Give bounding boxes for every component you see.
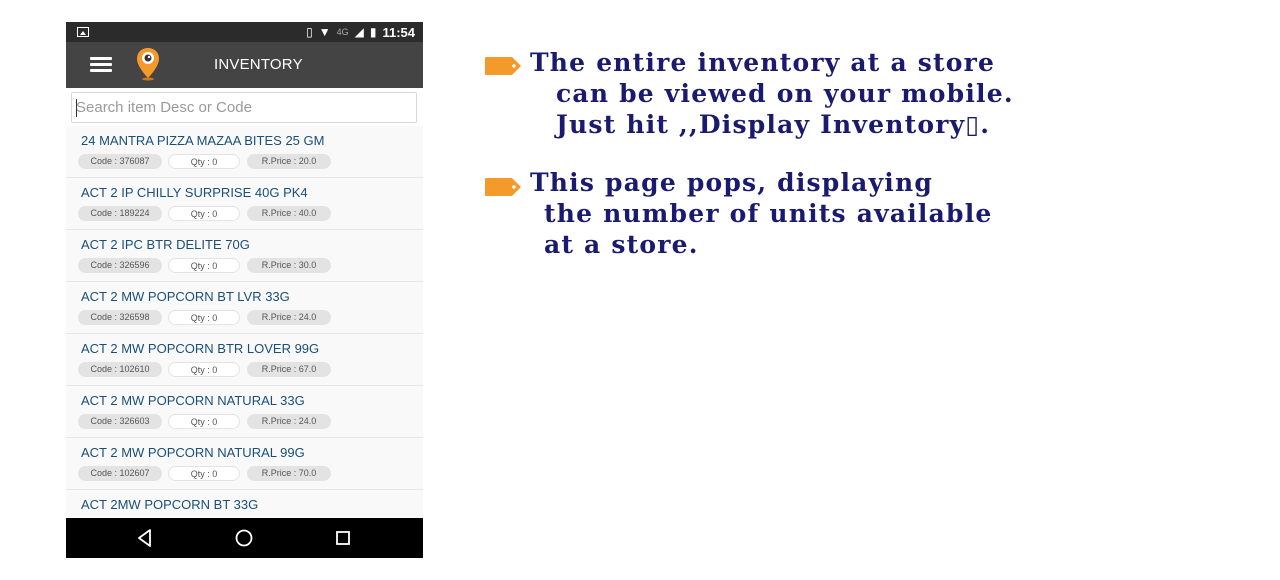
bullet-line: The entire inventory at a store <box>530 48 996 77</box>
image-notification-icon <box>77 27 89 37</box>
item-code-badge: Code : 102607 <box>78 466 162 481</box>
list-item[interactable]: ACT 2 MW POPCORN BTR LOVER 99G Code : 10… <box>66 334 423 386</box>
bullet-item: This page pops, displaying the number of… <box>484 168 1264 292</box>
status-time: 11:54 <box>382 24 415 40</box>
phone-screen: ▯ ▼ 4G ◢ ▮ 11:54 INVENTORY 24 MANTRA PIZ… <box>66 22 423 558</box>
battery-icon: ▮ <box>369 25 377 39</box>
item-price-badge: R.Price : 70.0 <box>247 466 331 481</box>
signal-icon: ◢ <box>354 25 364 39</box>
item-qty-badge: Qty : 0 <box>168 362 240 377</box>
item-qty-badge: Qty : 0 <box>168 258 240 273</box>
search-box <box>71 92 417 123</box>
list-item[interactable]: ACT 2 IPC BTR DELITE 70G Code : 326596 Q… <box>66 230 423 282</box>
menu-icon[interactable] <box>90 56 112 74</box>
item-price-badge: R.Price : 24.0 <box>247 414 331 429</box>
item-code-badge: Code : 376087 <box>78 154 162 169</box>
item-name: ACT 2 MW POPCORN NATURAL 99G <box>81 445 305 460</box>
bullet-line: the number of units available <box>544 199 993 228</box>
bullet-item: The entire inventory at a store can be v… <box>484 46 1264 166</box>
list-item[interactable]: ACT 2 IP CHILLY SURPRISE 40G PK4 Code : … <box>66 178 423 230</box>
status-icons: ▯ ▼ 4G ◢ ▮ 11:54 <box>306 24 415 40</box>
item-price-badge: R.Price : 40.0 <box>247 206 331 221</box>
home-icon[interactable] <box>233 527 255 549</box>
item-code-badge: Code : 326603 <box>78 414 162 429</box>
system-nav-bar <box>66 518 423 558</box>
recents-icon[interactable] <box>332 527 354 549</box>
app-bar: INVENTORY <box>66 42 423 88</box>
item-code-badge: Code : 102610 <box>78 362 162 377</box>
item-qty-badge: Qty : 0 <box>168 466 240 481</box>
item-price-badge: R.Price : 20.0 <box>247 154 331 169</box>
back-icon[interactable] <box>134 527 156 549</box>
bullet-line: can be viewed on your mobile. <box>556 79 1014 108</box>
bullet-line: at a store. <box>544 230 699 259</box>
item-qty-badge: Qty : 0 <box>168 206 240 221</box>
list-item[interactable]: ACT 2 MW POPCORN BT LVR 33G Code : 32659… <box>66 282 423 334</box>
list-item[interactable]: ACT 2MW POPCORN BT 33G <box>66 490 423 518</box>
item-qty-badge: Qty : 0 <box>168 154 240 169</box>
vibrate-icon: ▯ <box>306 25 313 39</box>
item-name: ACT 2 MW POPCORN BT LVR 33G <box>81 289 290 304</box>
network-type: 4G <box>336 27 349 37</box>
description-bullets: The entire inventory at a store can be v… <box>484 46 1264 292</box>
tag-icon <box>485 178 521 196</box>
item-code-badge: Code : 189224 <box>78 206 162 221</box>
search-input[interactable] <box>76 96 406 119</box>
tag-icon <box>485 57 521 75</box>
item-code-badge: Code : 326596 <box>78 258 162 273</box>
page-title: INVENTORY <box>214 56 303 73</box>
inventory-list: 24 MANTRA PIZZA MAZAA BITES 25 GM Code :… <box>66 126 423 518</box>
item-price-badge: R.Price : 67.0 <box>247 362 331 377</box>
wifi-icon: ▼ <box>318 25 331 39</box>
item-name: 24 MANTRA PIZZA MAZAA BITES 25 GM <box>81 133 325 148</box>
item-name: ACT 2 MW POPCORN NATURAL 33G <box>81 393 305 408</box>
list-item[interactable]: ACT 2 MW POPCORN NATURAL 33G Code : 3266… <box>66 386 423 438</box>
list-item[interactable]: 24 MANTRA PIZZA MAZAA BITES 25 GM Code :… <box>66 126 423 178</box>
item-price-badge: R.Price : 30.0 <box>247 258 331 273</box>
item-name: ACT 2 IPC BTR DELITE 70G <box>81 237 250 252</box>
item-code-badge: Code : 326598 <box>78 310 162 325</box>
list-item[interactable]: ACT 2 MW POPCORN NATURAL 99G Code : 1026… <box>66 438 423 490</box>
item-name: ACT 2 MW POPCORN BTR LOVER 99G <box>81 341 320 356</box>
item-qty-badge: Qty : 0 <box>168 310 240 325</box>
bullet-line: Just hit ,,Display Inventory▯. <box>556 110 991 139</box>
item-price-badge: R.Price : 24.0 <box>247 310 331 325</box>
bullet-line: This page pops, displaying <box>530 168 934 197</box>
location-pin-logo-icon <box>137 48 159 81</box>
item-qty-badge: Qty : 0 <box>168 414 240 429</box>
item-name: ACT 2MW POPCORN BT 33G <box>81 497 259 512</box>
item-name: ACT 2 IP CHILLY SURPRISE 40G PK4 <box>81 185 308 200</box>
status-bar: ▯ ▼ 4G ◢ ▮ 11:54 <box>66 22 423 42</box>
